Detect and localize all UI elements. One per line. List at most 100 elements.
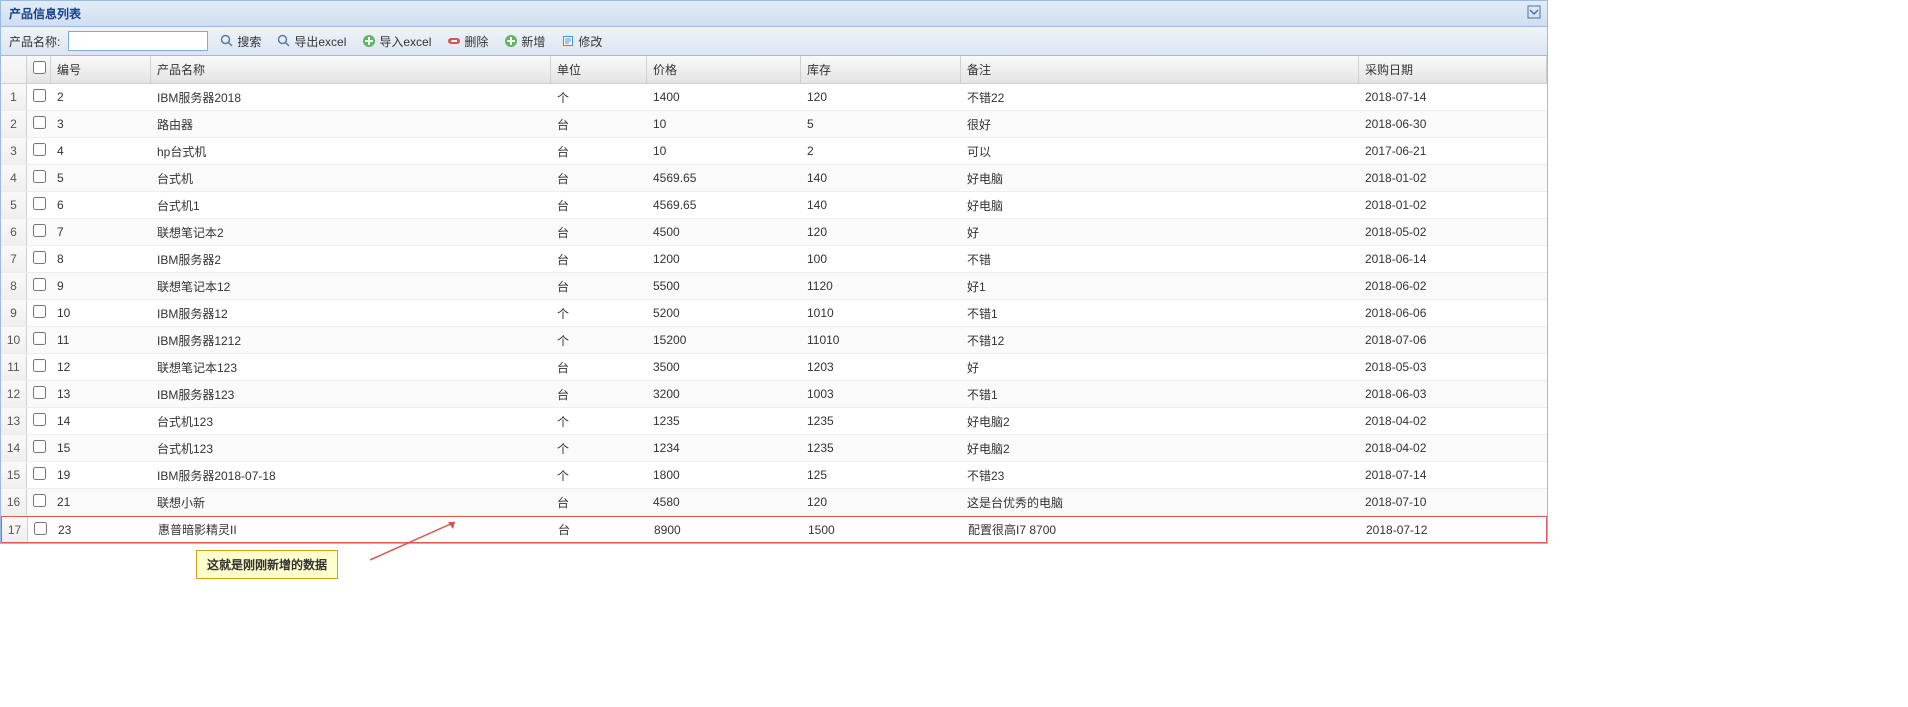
row-checkbox-cell bbox=[27, 382, 51, 406]
row-number: 13 bbox=[1, 408, 27, 434]
cell-unit: 台 bbox=[551, 166, 647, 191]
table-row[interactable]: 67联想笔记本2台4500120好2018-05-02 bbox=[1, 219, 1547, 246]
row-checkbox[interactable] bbox=[33, 143, 46, 156]
row-checkbox[interactable] bbox=[33, 251, 46, 264]
cell-price: 4569.65 bbox=[647, 167, 801, 189]
cell-name: 联想笔记本123 bbox=[151, 355, 551, 380]
cell-date: 2018-06-30 bbox=[1359, 113, 1547, 135]
row-checkbox[interactable] bbox=[33, 305, 46, 318]
select-all-checkbox[interactable] bbox=[33, 61, 46, 74]
table-row[interactable]: 23路由器台105很好2018-06-30 bbox=[1, 111, 1547, 138]
row-checkbox[interactable] bbox=[33, 413, 46, 426]
table-row[interactable]: 89联想笔记本12台55001120好12018-06-02 bbox=[1, 273, 1547, 300]
cell-date: 2018-06-14 bbox=[1359, 248, 1547, 270]
row-number: 8 bbox=[1, 273, 27, 299]
cell-name: IBM服务器123 bbox=[151, 382, 551, 407]
cell-unit: 台 bbox=[551, 247, 647, 272]
row-checkbox[interactable] bbox=[33, 467, 46, 480]
row-checkbox[interactable] bbox=[33, 440, 46, 453]
cell-stock: 1235 bbox=[801, 410, 961, 432]
collapse-icon[interactable] bbox=[1527, 5, 1541, 19]
cell-remark: 好 bbox=[961, 220, 1359, 245]
table-row[interactable]: 34hp台式机台102可以2017-06-21 bbox=[1, 138, 1547, 165]
cell-date: 2018-07-10 bbox=[1359, 491, 1547, 513]
table-row[interactable]: 1213IBM服务器123台32001003不错12018-06-03 bbox=[1, 381, 1547, 408]
row-checkbox-cell bbox=[27, 355, 51, 379]
cell-remark: 好电脑 bbox=[961, 193, 1359, 218]
table-row[interactable]: 78IBM服务器2台1200100不错2018-06-14 bbox=[1, 246, 1547, 273]
row-checkbox[interactable] bbox=[33, 494, 46, 507]
col-checkbox[interactable] bbox=[27, 56, 51, 83]
table-row[interactable]: 1415台式机123个12341235好电脑22018-04-02 bbox=[1, 435, 1547, 462]
cell-id: 4 bbox=[51, 140, 151, 162]
row-checkbox[interactable] bbox=[33, 170, 46, 183]
table-row[interactable]: 45台式机台4569.65140好电脑2018-01-02 bbox=[1, 165, 1547, 192]
col-name[interactable]: 产品名称 bbox=[151, 56, 551, 83]
product-name-label: 产品名称: bbox=[9, 33, 60, 50]
row-number: 15 bbox=[1, 462, 27, 488]
row-number: 16 bbox=[1, 489, 27, 515]
table-row[interactable]: 1723惠普暗影精灵II台89001500配置很高I7 87002018-07-… bbox=[1, 516, 1547, 543]
cell-remark: 好 bbox=[961, 355, 1359, 380]
table-row[interactable]: 1621联想小新台4580120这是台优秀的电脑2018-07-10 bbox=[1, 489, 1547, 516]
table-row[interactable]: 1112联想笔记本123台35001203好2018-05-03 bbox=[1, 354, 1547, 381]
cell-id: 10 bbox=[51, 302, 151, 324]
add-button[interactable]: 新增 bbox=[500, 32, 549, 51]
import-excel-button[interactable]: 导入excel bbox=[358, 32, 435, 51]
row-checkbox[interactable] bbox=[33, 197, 46, 210]
product-name-input[interactable] bbox=[68, 31, 208, 51]
row-checkbox[interactable] bbox=[33, 386, 46, 399]
row-checkbox[interactable] bbox=[33, 332, 46, 345]
row-checkbox[interactable] bbox=[33, 224, 46, 237]
cell-id: 6 bbox=[51, 194, 151, 216]
row-checkbox-cell bbox=[27, 490, 51, 514]
row-number: 2 bbox=[1, 111, 27, 137]
row-number: 5 bbox=[1, 192, 27, 218]
cell-stock: 1010 bbox=[801, 302, 961, 324]
table-row[interactable]: 56台式机1台4569.65140好电脑2018-01-02 bbox=[1, 192, 1547, 219]
table-row[interactable]: 910IBM服务器12个52001010不错12018-06-06 bbox=[1, 300, 1547, 327]
toolbar: 产品名称: 搜索 导出excel 导入excel 删除 新增 修改 bbox=[1, 27, 1547, 56]
col-date[interactable]: 采购日期 bbox=[1359, 56, 1547, 83]
cell-date: 2018-04-02 bbox=[1359, 437, 1547, 459]
cell-stock: 125 bbox=[801, 464, 961, 486]
col-price[interactable]: 价格 bbox=[647, 56, 801, 83]
table-row[interactable]: 1519IBM服务器2018-07-18个1800125不错232018-07-… bbox=[1, 462, 1547, 489]
table-row[interactable]: 12IBM服务器2018个1400120不错222018-07-14 bbox=[1, 84, 1547, 111]
cell-id: 12 bbox=[51, 356, 151, 378]
table-row[interactable]: 1011IBM服务器1212个1520011010不错122018-07-06 bbox=[1, 327, 1547, 354]
row-number: 4 bbox=[1, 165, 27, 191]
delete-button[interactable]: 删除 bbox=[443, 32, 492, 51]
row-checkbox[interactable] bbox=[34, 522, 47, 535]
row-checkbox-cell bbox=[27, 463, 51, 487]
cell-remark: 不错1 bbox=[961, 301, 1359, 326]
cell-name: 联想笔记本2 bbox=[151, 220, 551, 245]
edit-icon bbox=[561, 34, 575, 48]
col-remark[interactable]: 备注 bbox=[961, 56, 1359, 83]
row-checkbox[interactable] bbox=[33, 116, 46, 129]
search-button[interactable]: 搜索 bbox=[216, 32, 265, 51]
cell-price: 1235 bbox=[647, 410, 801, 432]
cell-stock: 2 bbox=[801, 140, 961, 162]
row-checkbox[interactable] bbox=[33, 359, 46, 372]
row-checkbox[interactable] bbox=[33, 278, 46, 291]
row-checkbox[interactable] bbox=[33, 89, 46, 102]
row-checkbox-cell bbox=[27, 220, 51, 244]
cell-unit: 个 bbox=[551, 409, 647, 434]
cell-remark: 可以 bbox=[961, 139, 1359, 164]
export-excel-button[interactable]: 导出excel bbox=[273, 32, 350, 51]
col-id[interactable]: 编号 bbox=[51, 56, 151, 83]
search-icon bbox=[220, 34, 234, 48]
edit-button[interactable]: 修改 bbox=[557, 32, 606, 51]
cell-id: 14 bbox=[51, 410, 151, 432]
cell-price: 4569.65 bbox=[647, 194, 801, 216]
cell-stock: 1235 bbox=[801, 437, 961, 459]
table-row[interactable]: 1314台式机123个12351235好电脑22018-04-02 bbox=[1, 408, 1547, 435]
row-number: 1 bbox=[1, 84, 27, 110]
col-unit[interactable]: 单位 bbox=[551, 56, 647, 83]
annotation-arrow bbox=[370, 520, 470, 570]
col-stock[interactable]: 库存 bbox=[801, 56, 961, 83]
cell-unit: 台 bbox=[551, 193, 647, 218]
cell-name: 台式机1 bbox=[151, 193, 551, 218]
cell-date: 2017-06-21 bbox=[1359, 140, 1547, 162]
